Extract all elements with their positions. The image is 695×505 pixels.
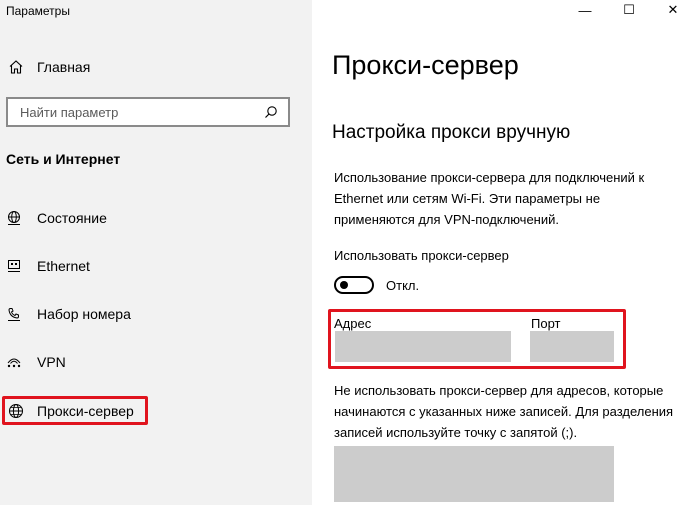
toggle-state-label: Откл. xyxy=(386,277,420,293)
sidebar-item-ethernet[interactable]: Ethernet xyxy=(0,250,300,282)
search-box[interactable] xyxy=(6,97,290,127)
use-proxy-toggle[interactable] xyxy=(334,276,374,294)
use-proxy-label: Использовать прокси-сервер xyxy=(334,248,509,263)
address-port-group: Адрес Порт xyxy=(328,309,626,369)
page-title: Прокси-сервер xyxy=(332,50,519,80)
address-label: Адрес xyxy=(334,316,372,331)
ethernet-icon xyxy=(5,257,23,275)
port-label: Порт xyxy=(531,316,561,331)
use-proxy-toggle-row: Откл. xyxy=(334,276,419,294)
home-icon xyxy=(7,58,25,76)
window-controls: — ☐ ✕ xyxy=(563,0,695,20)
sidebar-item-vpn[interactable]: VPN xyxy=(0,346,300,378)
dialup-icon xyxy=(5,305,23,323)
sidebar-item-label: Ethernet xyxy=(37,258,90,274)
exclude-description: Не использовать прокси-сервер для адресо… xyxy=(334,383,674,440)
sidebar-item-label: Набор номера xyxy=(37,306,131,322)
globe-icon xyxy=(7,402,25,420)
sidebar-item-label: Состояние xyxy=(37,210,107,226)
section-title: Настройка прокси вручную xyxy=(332,122,571,143)
sidebar-item-label: Прокси-сервер xyxy=(37,402,134,419)
maximize-button[interactable]: ☐ xyxy=(607,0,651,20)
minimize-button[interactable]: — xyxy=(563,0,607,20)
main-content: — ☐ ✕ Прокси-сервер Настройка прокси вру… xyxy=(312,0,695,505)
sidebar-item-status[interactable]: Состояние xyxy=(0,202,300,234)
close-button[interactable]: ✕ xyxy=(651,0,695,20)
toggle-knob xyxy=(340,281,348,289)
sidebar-item-dialup[interactable]: Набор номера xyxy=(0,298,300,330)
maximize-icon: ☐ xyxy=(623,2,635,17)
proxy-description: Использование прокси-сервера для подключ… xyxy=(334,170,645,227)
exclude-addresses-input[interactable] xyxy=(334,446,614,502)
sidebar-item-proxy[interactable]: Прокси-сервер xyxy=(2,396,148,425)
globe-network-icon xyxy=(5,209,23,227)
sidebar: Параметры Главная Сеть и Интернет xyxy=(0,0,312,505)
settings-window: Параметры Главная Сеть и Интернет xyxy=(0,0,695,505)
search-icon[interactable] xyxy=(262,103,280,121)
section-heading: Сеть и Интернет xyxy=(6,151,121,167)
port-input[interactable] xyxy=(530,331,614,362)
address-input[interactable] xyxy=(335,331,511,362)
vpn-icon xyxy=(5,353,23,371)
close-icon: ✕ xyxy=(667,2,679,17)
app-title: Параметры xyxy=(6,4,70,18)
sidebar-item-label: VPN xyxy=(37,354,66,370)
sidebar-item-home[interactable]: Главная xyxy=(0,54,300,80)
sidebar-item-label: Главная xyxy=(37,59,91,75)
minimize-icon: — xyxy=(578,2,592,18)
search-input[interactable] xyxy=(18,103,262,121)
